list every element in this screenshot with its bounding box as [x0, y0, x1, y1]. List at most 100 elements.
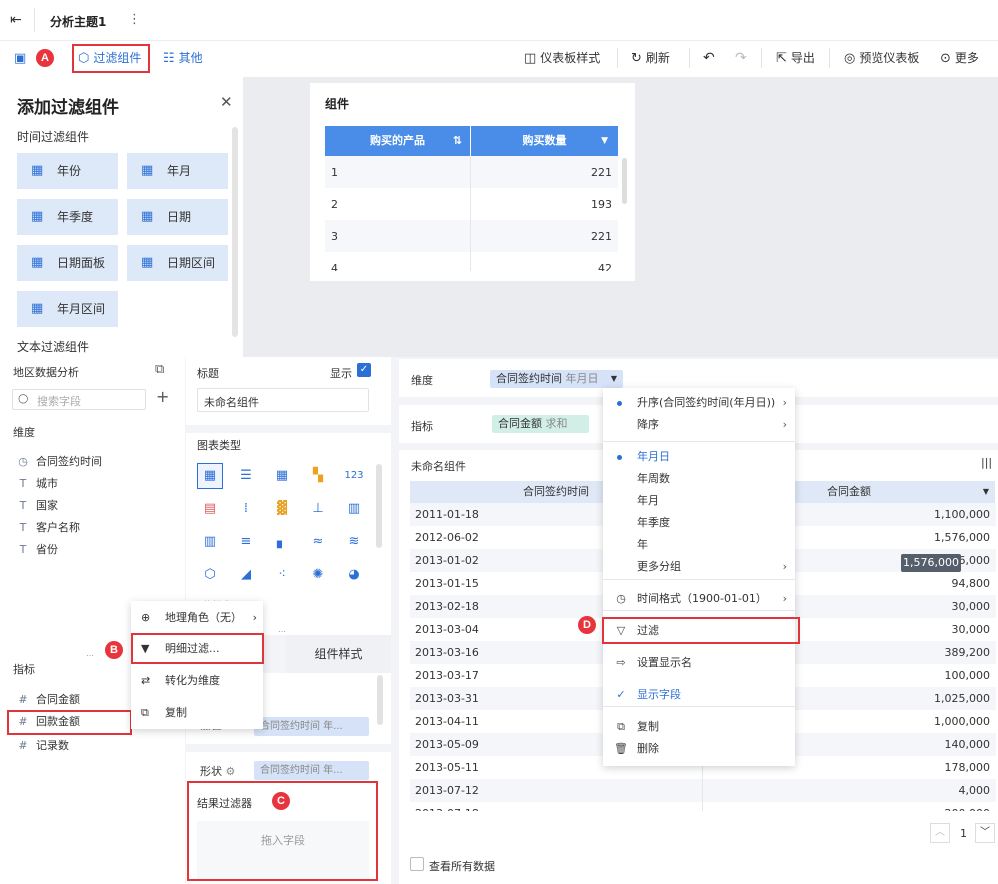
- editor-scrollbar[interactable]: [377, 675, 383, 725]
- gear-icon[interactable]: ⚙: [226, 765, 236, 778]
- export-icon: ⇱: [776, 51, 787, 66]
- next-page-button[interactable]: ﹀: [975, 823, 995, 843]
- filter-date-range-button[interactable]: ▦ 日期区间: [127, 245, 228, 281]
- filter-panel-scrollbar[interactable]: [232, 127, 238, 337]
- menu-sort-asc[interactable]: 升序(合同签约时间(年月日)) ›: [603, 392, 795, 414]
- add-field-icon[interactable]: +: [156, 387, 169, 406]
- filter-yearmonth-range-button[interactable]: ▦ 年月区间: [17, 291, 118, 327]
- filter-yearquarter-button[interactable]: ▦ 年季度: [17, 199, 118, 235]
- waterfall-icon[interactable]: ▖: [272, 533, 292, 551]
- sort-icon[interactable]: ⇅: [453, 126, 462, 156]
- dim-field-date[interactable]: ◷ 合同签约时间: [16, 453, 102, 469]
- menu-ymd[interactable]: 年月日: [603, 446, 795, 468]
- refresh-button[interactable]: ↻ 刷新: [631, 50, 670, 66]
- cell-date: 2013-03-17: [415, 669, 479, 682]
- calendar-monthrange-icon: ▦: [31, 301, 44, 316]
- widget-scrollbar[interactable]: [622, 158, 627, 204]
- cross-table-icon[interactable]: ▦: [272, 467, 292, 485]
- widget-header-product[interactable]: 购买的产品 ⇅: [325, 126, 470, 156]
- calendar-quarter-icon: ▦: [31, 209, 44, 224]
- component-icon[interactable]: ▣: [14, 50, 30, 66]
- scatter-icon[interactable]: ⁖: [272, 566, 292, 584]
- scatter-bar-icon[interactable]: ⊥: [308, 500, 328, 518]
- multi-line-icon[interactable]: ≋: [344, 533, 364, 551]
- column-width-icon[interactable]: |||: [981, 456, 992, 469]
- metric-chip[interactable]: 合同金额 求和: [492, 415, 589, 433]
- menu-year-week[interactable]: 年周数: [603, 468, 795, 490]
- show-title-checkbox[interactable]: ✓: [357, 363, 371, 377]
- dashboard-style-button[interactable]: ◫ 仪表板样式: [524, 50, 600, 66]
- bar-icon[interactable]: ▥: [344, 500, 364, 518]
- detail-table-icon[interactable]: ☰: [236, 467, 256, 485]
- bubble-icon[interactable]: ✺: [308, 566, 328, 584]
- export-button[interactable]: ⇱ 导出: [776, 50, 815, 66]
- filter-date-panel-button[interactable]: ▦ 日期面板: [17, 245, 118, 281]
- menu-item-to-dimension[interactable]: ⇄ 转化为维度: [131, 670, 263, 692]
- filter-date-button[interactable]: ▦ 日期: [127, 199, 228, 235]
- switch-dataset-icon[interactable]: ⧉: [155, 362, 164, 377]
- view-all-checkbox[interactable]: [410, 857, 424, 871]
- exit-icon[interactable]: ⇤: [10, 12, 22, 28]
- radar-icon[interactable]: ⬡: [200, 566, 220, 584]
- menu-delete[interactable]: 🗑 删除: [603, 738, 795, 760]
- table-icon[interactable]: ▦: [197, 463, 223, 489]
- more-button[interactable]: ⊙ 更多: [940, 50, 979, 66]
- chevron-down-icon[interactable]: ▼: [611, 370, 617, 388]
- dim-field-province[interactable]: T 省份: [16, 541, 58, 557]
- widget-card[interactable]: 组件 购买的产品 ⇅ 购买数量 ▼ 1 221 2 193 3 221 4 42: [310, 83, 635, 281]
- menu-show-field[interactable]: ✓ 显示字段: [603, 684, 795, 706]
- cell-date: 2011-01-18: [415, 508, 479, 521]
- other-button[interactable]: ☷ 其他: [163, 50, 203, 66]
- column-icon[interactable]: ▥: [200, 533, 220, 551]
- color-field-chip[interactable]: 合同签约时间 年...: [254, 717, 369, 736]
- shape-field-chip[interactable]: 合同签约时间 年...: [254, 761, 369, 780]
- dot-table-icon[interactable]: ⁞: [236, 500, 256, 518]
- menu-item-geo-role[interactable]: ⊕ 地理角色（无） ›: [131, 607, 263, 629]
- menu-set-display-name[interactable]: ⇨ 设置显示名: [603, 652, 795, 674]
- chart-type-scrollbar[interactable]: [376, 464, 382, 548]
- color-table-icon[interactable]: ▚: [308, 467, 328, 485]
- show-title-label: 显示: [330, 367, 352, 380]
- filter-yearmonth-button[interactable]: ▦ 年月: [127, 153, 228, 189]
- text-type-icon: T: [19, 543, 27, 556]
- menu-time-format[interactable]: ◷ 时间格式（1900-01-01） ›: [603, 588, 795, 610]
- area-icon[interactable]: ◢: [236, 566, 256, 584]
- metric-field-count[interactable]: # 记录数: [16, 737, 69, 753]
- prev-page-button[interactable]: ︿: [930, 823, 950, 843]
- filter-year-button[interactable]: ▦ 年份: [17, 153, 118, 189]
- kebab-icon[interactable]: ⋮: [128, 12, 141, 27]
- close-icon[interactable]: ✕: [220, 93, 233, 111]
- tab-component-style[interactable]: 组件样式: [286, 635, 391, 673]
- undo-icon[interactable]: ↶: [703, 50, 715, 66]
- field-search[interactable]: ○ 搜索字段: [12, 389, 146, 410]
- dim-field-city[interactable]: T 城市: [16, 475, 58, 491]
- dimension-chip[interactable]: 合同签约时间 年月日 ▼: [490, 370, 623, 388]
- search-placeholder: 搜索字段: [37, 395, 81, 408]
- line-icon[interactable]: ≈: [308, 533, 328, 551]
- number-icon[interactable]: 123: [344, 467, 364, 485]
- dim-field-customer[interactable]: T 客户名称: [16, 519, 80, 535]
- dropdown-icon[interactable]: ▼: [601, 126, 608, 156]
- cell-date: 2013-07-12: [415, 784, 479, 797]
- heat-table-icon[interactable]: ▤: [200, 500, 220, 518]
- sort-dropdown-icon[interactable]: ▼: [983, 481, 989, 503]
- menu-year-quarter[interactable]: 年季度: [603, 512, 795, 534]
- stacked-bar-icon[interactable]: ≡: [236, 533, 256, 551]
- filter-component-button[interactable]: ⬡ 过滤组件: [78, 50, 141, 66]
- preview-button[interactable]: ◎ 预览仪表板: [844, 50, 919, 66]
- dim-field-country[interactable]: T 国家: [16, 497, 58, 513]
- menu-sort-desc[interactable]: 降序 ›: [603, 414, 795, 436]
- menu-year[interactable]: 年: [603, 534, 795, 556]
- menu-item-copy[interactable]: ⧉ 复制: [131, 702, 263, 724]
- menu-year-month[interactable]: 年月: [603, 490, 795, 512]
- pie-icon[interactable]: ◕: [344, 566, 364, 584]
- menu-copy[interactable]: ⧉ 复制: [603, 716, 795, 738]
- title-input[interactable]: 未命名组件: [197, 388, 369, 412]
- page-title[interactable]: 分析主题1: [50, 13, 106, 30]
- widget-header-qty[interactable]: 购买数量 ▼: [471, 126, 618, 156]
- heatmap-icon[interactable]: ▓: [272, 500, 292, 518]
- metric-field-contract[interactable]: # 合同金额: [16, 691, 80, 707]
- resize-handle[interactable]: ⋯: [86, 651, 94, 660]
- redo-icon[interactable]: ↷: [735, 50, 747, 66]
- menu-more-groups[interactable]: 更多分组 ›: [603, 556, 795, 578]
